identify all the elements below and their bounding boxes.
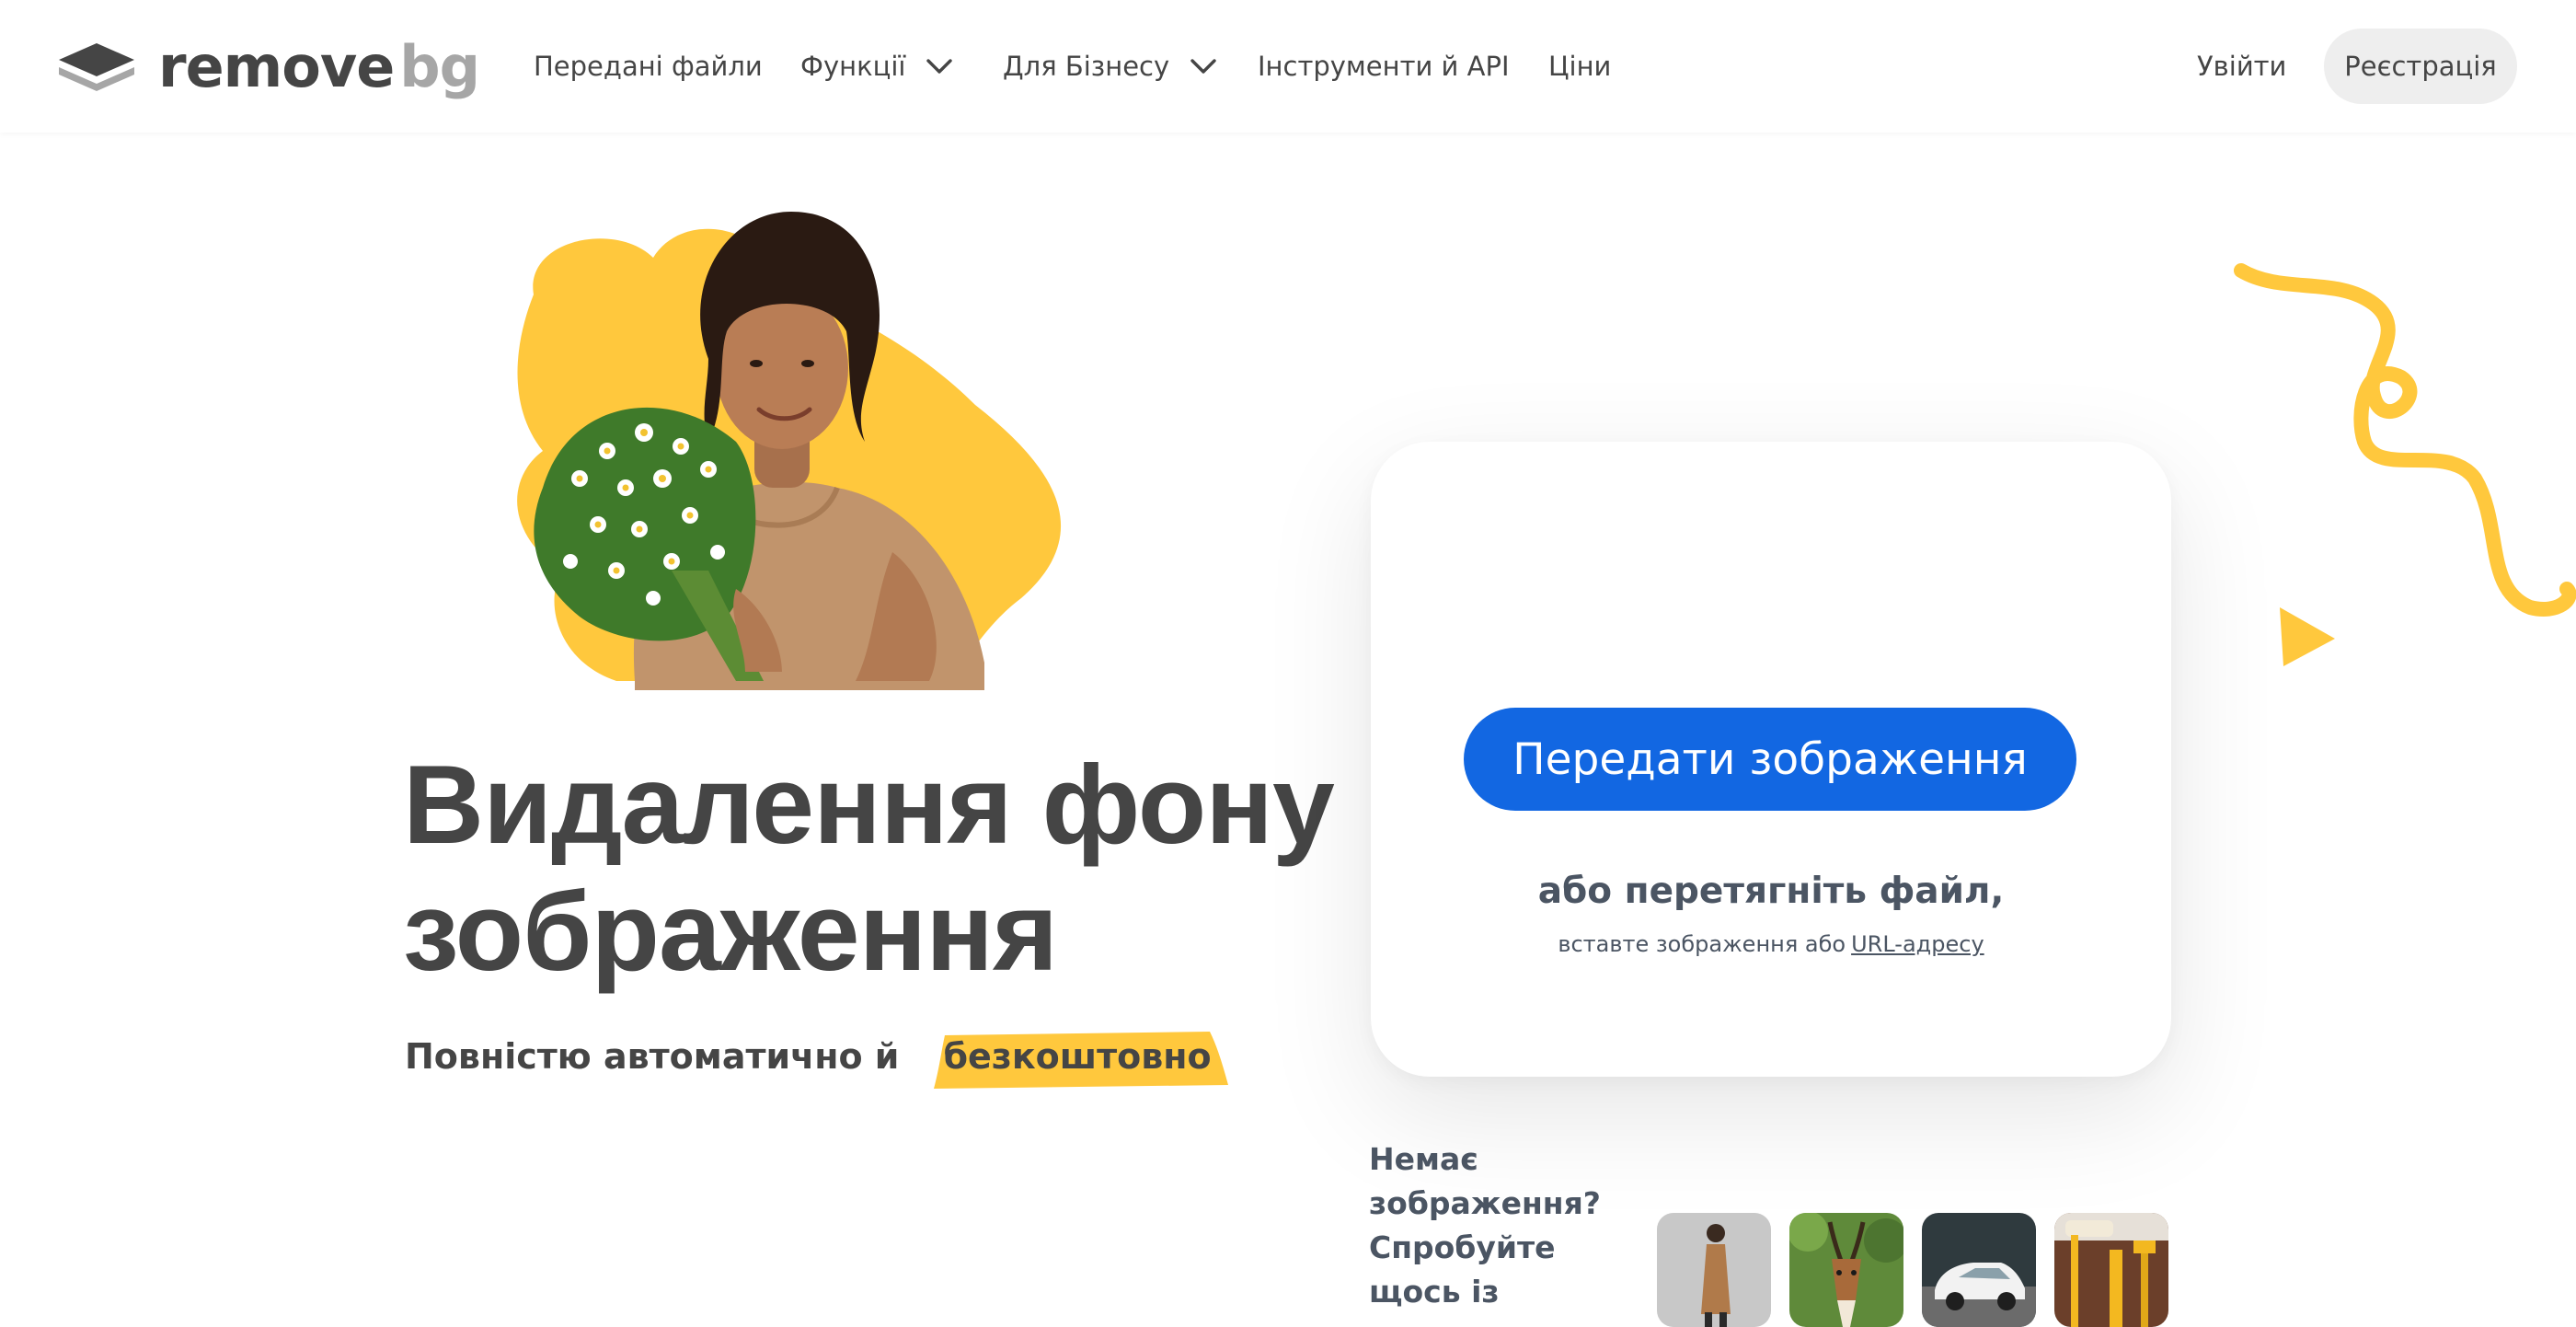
free-highlight: безкоштовно	[925, 1028, 1229, 1089]
nav-tools-api-label: Інструменти й API	[1258, 51, 1510, 82]
nav-features[interactable]: Функції	[800, 0, 953, 133]
url-link[interactable]: URL-адресу	[1851, 931, 1984, 957]
upload-image-button-label: Передати зображення	[1512, 733, 2028, 785]
page-title-line1: Видалення фону	[403, 742, 1335, 867]
nav-tools-api[interactable]: Інструменти й API	[1258, 0, 1510, 133]
hero-image	[517, 212, 1062, 690]
triangle-decoration	[2280, 607, 2335, 666]
nav-business[interactable]: Для Бізнесу	[1003, 0, 1217, 133]
page-title: Видалення фону зображення	[403, 741, 1360, 995]
no-image-prompt: Немає зображення? Спробуйте щось із	[1369, 1141, 1601, 1310]
chevron-down-icon	[926, 59, 953, 74]
login-label: Увійти	[2197, 51, 2287, 82]
chevron-down-icon	[1190, 59, 1216, 74]
logo[interactable]: removebg	[55, 32, 480, 100]
upload-card[interactable]: Передати зображення або перетягніть файл…	[1371, 442, 2171, 1077]
top-navbar: removebg Передані файли Функції Для Бізн…	[0, 0, 2576, 133]
logo-wordmark: removebg	[158, 32, 480, 100]
nav-pricing-label: Ціни	[1548, 51, 1612, 82]
squiggle-decoration	[2234, 263, 2576, 617]
nav-pricing[interactable]: Ціни	[1548, 0, 1611, 133]
signup-label: Реєстрація	[2344, 51, 2497, 82]
free-highlight-label: безкоштовно	[943, 1036, 1212, 1077]
sample-thumbnail-antelope[interactable]	[1789, 1213, 1903, 1327]
signup-button[interactable]: Реєстрація	[2324, 29, 2517, 104]
drop-file-text: або перетягніть файл,	[1537, 871, 2005, 912]
paste-hint: вставте зображення або URL-адресу	[1371, 931, 2171, 957]
sample-thumbnail-car[interactable]	[1922, 1213, 2036, 1327]
logo-icon	[59, 43, 134, 91]
nav-business-label: Для Бізнесу	[1003, 51, 1170, 82]
login-link[interactable]: Увійти	[2197, 0, 2286, 133]
upload-image-button[interactable]: Передати зображення	[1464, 708, 2076, 811]
hero-subtitle: Повністю автоматично й безкоштовно	[405, 1028, 1230, 1089]
page-title-line2: зображення	[403, 869, 1058, 994]
sample-thumbnail-woman[interactable]	[1657, 1213, 1771, 1327]
sample-thumbnail-paint-roller[interactable]	[2054, 1213, 2168, 1327]
hero-subtitle-text: Повністю автоматично й	[405, 1036, 900, 1077]
nav-uploads[interactable]: Передані файли	[534, 0, 763, 133]
nav-features-label: Функції	[800, 51, 906, 82]
nav-uploads-label: Передані файли	[534, 51, 763, 82]
paste-hint-text: вставте зображення або	[1558, 931, 1846, 957]
